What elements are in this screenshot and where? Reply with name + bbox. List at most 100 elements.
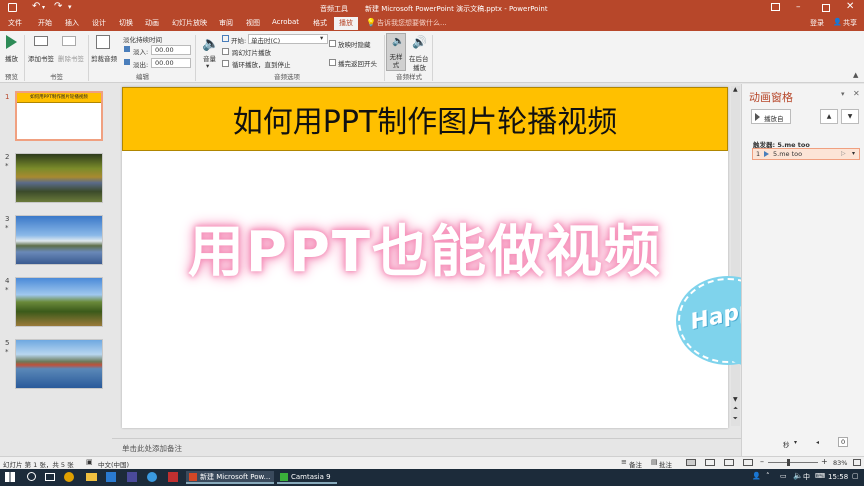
sign-in-link[interactable]: 登录: [810, 18, 824, 28]
slide-thumbnail-5[interactable]: [15, 339, 103, 389]
notes-pane[interactable]: 单击此处添加备注: [112, 438, 741, 456]
app-icon-2[interactable]: [127, 472, 137, 482]
hide-during-show-checkbox[interactable]: [329, 40, 336, 47]
slide-title[interactable]: 如何用PPT制作图片轮播视频: [122, 87, 728, 151]
zoom-in-icon[interactable]: +: [821, 457, 828, 466]
tab-review[interactable]: 审阅: [219, 18, 233, 28]
browser-icon[interactable]: [64, 472, 74, 482]
volume-dropdown-icon[interactable]: ▾: [206, 62, 209, 70]
volume-icon[interactable]: 🔈: [202, 36, 219, 52]
tray-network-icon[interactable]: ▭: [780, 472, 787, 480]
tray-people-icon[interactable]: 👤: [752, 472, 761, 480]
share-button[interactable]: 共享: [843, 18, 857, 28]
scroll-up-icon[interactable]: ▲: [733, 86, 738, 93]
task-view-icon[interactable]: [45, 473, 55, 481]
collapse-ribbon-icon[interactable]: ▲: [853, 71, 858, 79]
tab-view[interactable]: 视图: [246, 18, 260, 28]
tab-format[interactable]: 格式: [313, 18, 327, 28]
tab-animations[interactable]: 动画: [145, 18, 159, 28]
move-down-button[interactable]: ▼: [841, 109, 859, 124]
notes-icon[interactable]: ≡: [621, 458, 627, 466]
move-up-button[interactable]: ▲: [820, 109, 838, 124]
animation-item-dropdown-icon[interactable]: ▾: [852, 150, 855, 157]
start-dropdown-icon[interactable]: ▾: [320, 34, 323, 42]
app-icon-4[interactable]: [168, 472, 178, 482]
scroll-down-icon[interactable]: ▼: [733, 396, 738, 403]
prev-slide-icon[interactable]: ⏶: [733, 405, 738, 413]
cross-slides-checkbox[interactable]: [222, 48, 229, 55]
zoom-level[interactable]: 83%: [833, 459, 847, 467]
pane-options-icon[interactable]: ▾: [841, 90, 845, 98]
play-from-button[interactable]: 播放自: [751, 109, 791, 124]
file-explorer-icon[interactable]: [86, 473, 97, 481]
loop-checkbox[interactable]: [222, 60, 229, 67]
fit-to-window-icon[interactable]: [853, 459, 861, 466]
notes-placeholder[interactable]: 单击此处添加备注: [122, 443, 182, 454]
notification-icon[interactable]: ▢: [852, 472, 859, 480]
slide-sorter-icon[interactable]: [705, 459, 715, 466]
play-icon[interactable]: [6, 35, 17, 49]
tab-slideshow[interactable]: 幻灯片放映: [172, 18, 207, 28]
slideshow-view-icon[interactable]: [743, 459, 753, 466]
tray-clock[interactable]: 15:58: [828, 473, 848, 481]
slide-thumbnail-2[interactable]: [15, 153, 103, 203]
app-icon-1[interactable]: [106, 472, 116, 482]
save-icon[interactable]: [8, 3, 17, 12]
close-icon[interactable]: ✕: [846, 1, 854, 12]
normal-view-icon[interactable]: [686, 459, 696, 466]
tray-keyboard-icon[interactable]: ⌨: [815, 472, 825, 480]
fade-out-input[interactable]: 00.00: [151, 58, 191, 68]
slide-thumbnail-1[interactable]: 如何用PPT制作图片轮播视频: [15, 91, 103, 141]
ribbon-display-icon[interactable]: [771, 3, 780, 11]
slide-canvas[interactable]: 如何用PPT制作图片轮播视频 用PPT也能做视频 Happy: [122, 87, 831, 428]
start-menu-icon[interactable]: [5, 472, 15, 482]
language-status[interactable]: 中文(中国): [98, 459, 129, 469]
play-button[interactable]: 播放: [5, 53, 18, 63]
next-slide-icon[interactable]: ⏷: [733, 415, 738, 423]
search-icon[interactable]: [27, 472, 36, 481]
slide-scrollbar[interactable]: [731, 86, 740, 426]
trim-audio-icon[interactable]: [96, 35, 110, 49]
play-background-icon[interactable]: 🔊: [412, 35, 427, 49]
app-icon-3[interactable]: [147, 472, 157, 482]
share-icon[interactable]: 👤: [833, 18, 842, 26]
seconds-dropdown-icon[interactable]: ▾: [794, 439, 797, 446]
undo-dropdown-icon[interactable]: ▾: [42, 4, 45, 11]
reading-view-icon[interactable]: [724, 459, 734, 466]
fade-in-input[interactable]: 00.00: [151, 45, 191, 55]
slide-thumbnail-4[interactable]: [15, 277, 103, 327]
trim-audio-button[interactable]: 剪裁音频: [91, 53, 117, 63]
tab-file[interactable]: 文件: [8, 18, 22, 28]
spellcheck-icon[interactable]: ▣: [86, 458, 93, 466]
tell-me-search[interactable]: 告诉我您想要做什么...: [377, 18, 447, 28]
tab-home[interactable]: 开始: [38, 18, 52, 28]
remove-bookmark-button[interactable]: 删除书签: [58, 53, 84, 63]
comments-icon[interactable]: ▤: [651, 458, 658, 466]
add-bookmark-button[interactable]: 添加书签: [28, 53, 54, 63]
tab-design[interactable]: 设计: [92, 18, 106, 28]
start-select[interactable]: 单击时(C): [248, 34, 328, 45]
tray-volume-icon[interactable]: 🔈: [793, 471, 803, 480]
redo-icon[interactable]: ↷: [54, 1, 62, 12]
notes-toggle[interactable]: 备注: [629, 459, 642, 469]
undo-icon[interactable]: ↶: [32, 1, 40, 12]
animation-item[interactable]: 1 5.me too ▷ ▾: [752, 148, 860, 160]
zoom-thumb[interactable]: [787, 459, 790, 466]
remove-bookmark-icon[interactable]: [62, 36, 76, 46]
minimize-icon[interactable]: –: [796, 2, 801, 12]
tab-transitions[interactable]: 切换: [119, 18, 133, 28]
tray-chevron-icon[interactable]: ˄: [766, 472, 770, 480]
taskbar-camtasia[interactable]: Camtasia 9: [277, 471, 337, 484]
tab-playback[interactable]: 播放: [334, 17, 358, 30]
tab-insert[interactable]: 插入: [65, 18, 79, 28]
zoom-slider[interactable]: [768, 462, 818, 463]
taskbar-powerpoint[interactable]: 新建 Microsoft Pow...: [186, 471, 274, 484]
tab-acrobat[interactable]: Acrobat: [272, 18, 299, 26]
maximize-icon[interactable]: [822, 4, 830, 12]
slide-big-text[interactable]: 用PPT也能做视频: [122, 207, 728, 288]
pane-close-icon[interactable]: ✕: [853, 89, 860, 98]
tray-ime[interactable]: 中: [803, 472, 810, 482]
add-bookmark-icon[interactable]: [34, 36, 48, 46]
volume-button[interactable]: 音量: [203, 53, 216, 63]
comments-toggle[interactable]: 批注: [659, 459, 672, 469]
